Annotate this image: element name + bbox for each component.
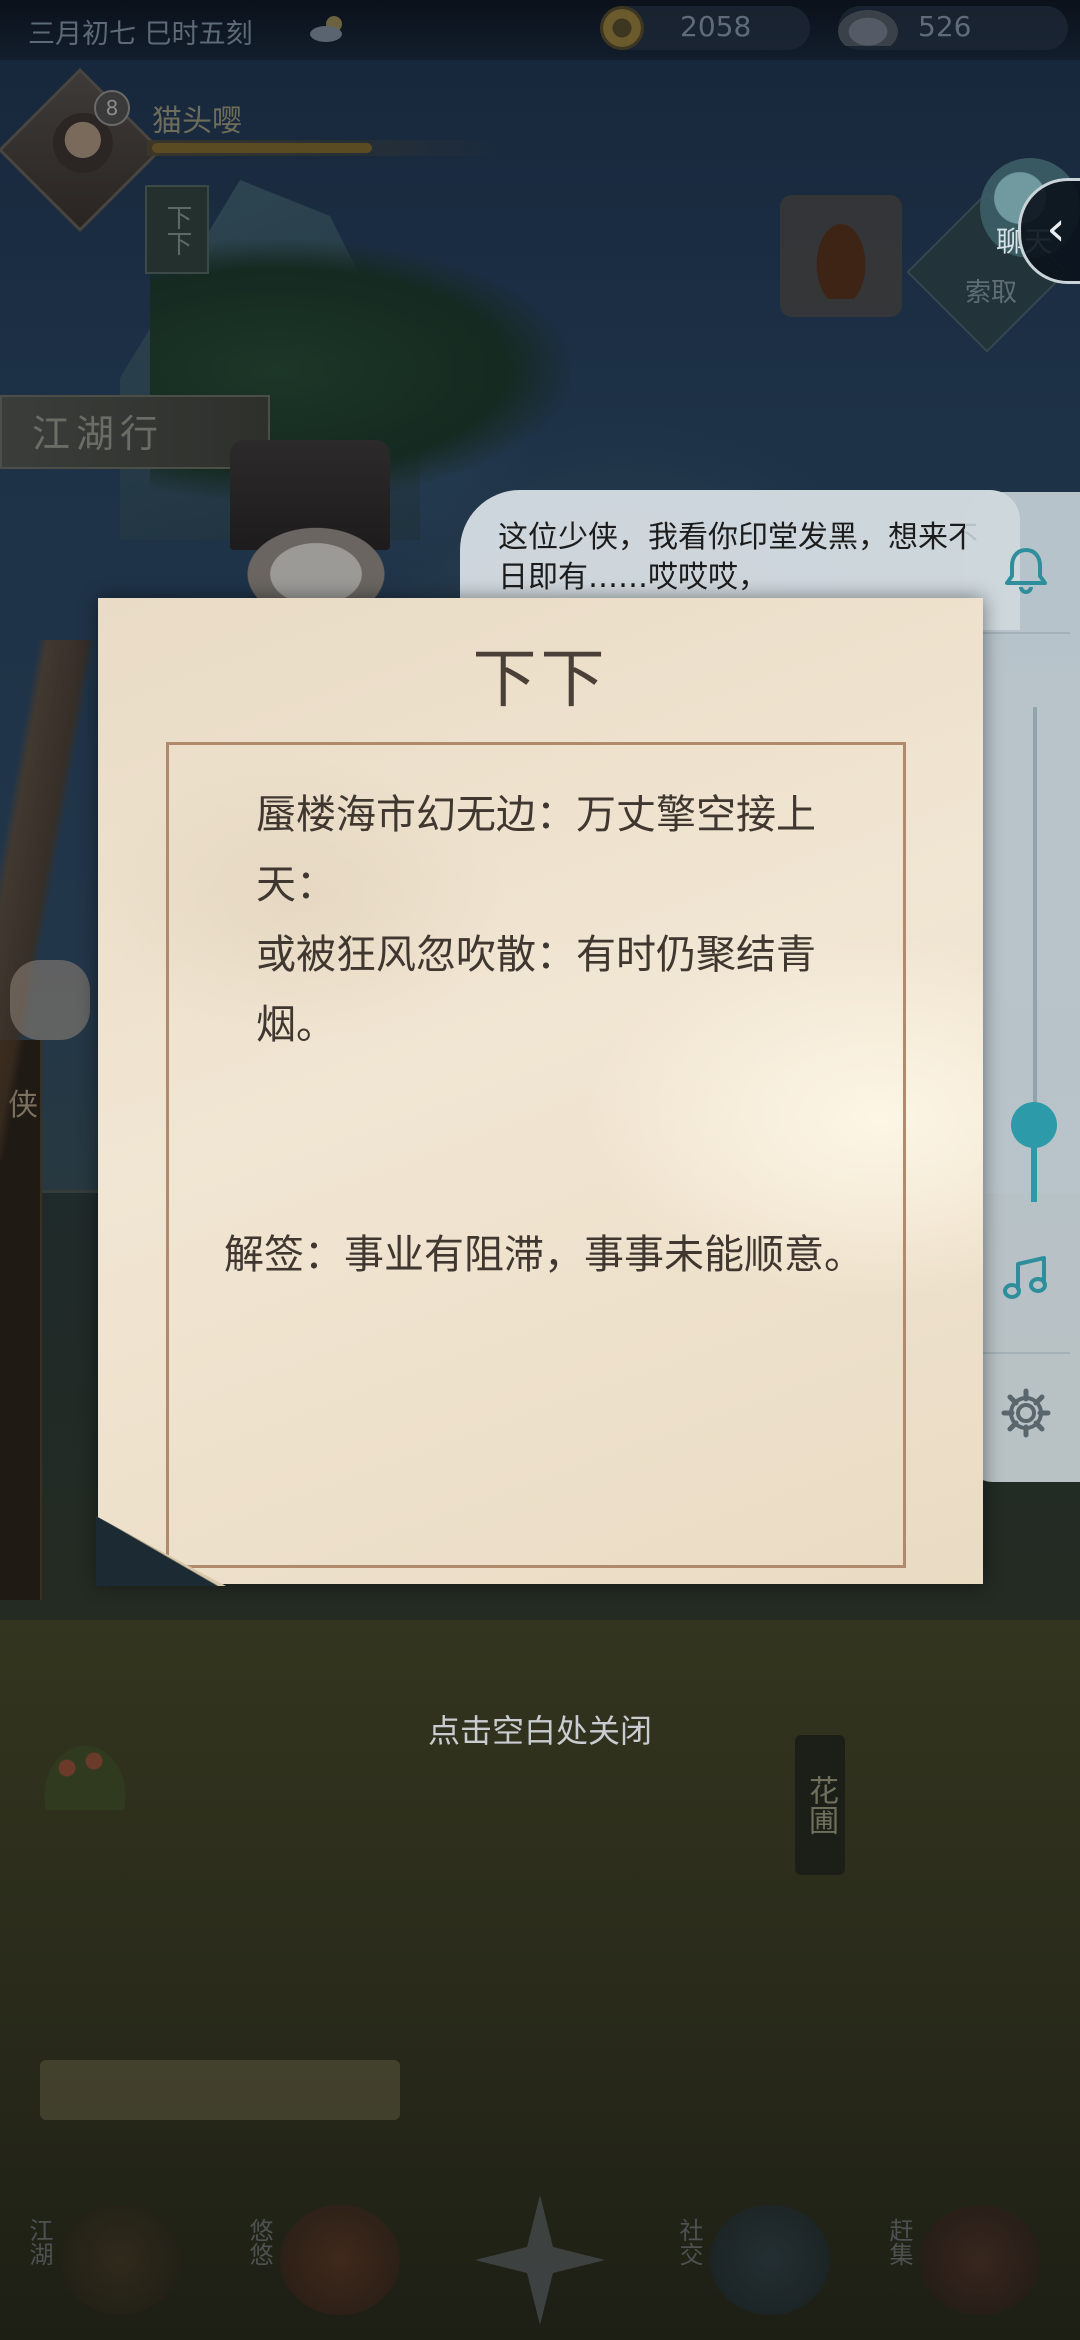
nav-youyou-icon xyxy=(280,2205,400,2315)
nav-market[interactable]: 赶集 xyxy=(870,2180,1070,2340)
fortune-scroll-tag[interactable]: 下下 xyxy=(145,185,209,274)
nav-label: 赶集 xyxy=(885,2218,913,2266)
nav-jianghu-icon xyxy=(60,2205,180,2315)
nav-jianghu[interactable]: 江湖 xyxy=(10,2180,210,2340)
poem-line: 或被狂风忽吹散：有时仍聚结青烟。 xyxy=(256,932,816,1048)
bell-icon[interactable] xyxy=(1000,544,1052,596)
status-bar: 三月初七 巳时五刻 2058 526 xyxy=(0,0,1080,60)
nav-label: 悠悠 xyxy=(245,2218,273,2266)
fortune-poem: 蜃楼海市幻无边：万丈擎空接上天： 或被狂风忽吹散：有时仍聚结青烟。 xyxy=(256,780,866,1060)
coin-icon xyxy=(600,6,644,50)
music-note-icon[interactable] xyxy=(1000,1252,1052,1304)
panel-divider xyxy=(975,632,1070,634)
fortune-slip-dialog: 下下 蜃楼海市幻无边：万丈擎空接上天： 或被狂风忽吹散：有时仍聚结青烟。 解签：… xyxy=(96,598,983,1586)
fortune-interpretation: 解签：事业有阻滞，事事未能顺意。 xyxy=(224,1232,864,1278)
player-name: 猫头嘤 xyxy=(152,104,242,139)
ingot-icon xyxy=(838,10,898,46)
nav-social-icon xyxy=(710,2205,830,2315)
nav-youyou[interactable]: 悠悠 xyxy=(230,2180,430,2340)
walking-staff xyxy=(0,640,100,1160)
experience-bar xyxy=(152,143,372,153)
nav-social[interactable]: 社交 xyxy=(660,2180,860,2340)
volume-slider-knob[interactable] xyxy=(1011,1102,1057,1148)
poem-line: 蜃楼海市幻无边：万丈擎空接上天： xyxy=(256,792,816,908)
coin-amount: 2058 xyxy=(680,10,752,43)
game-date-time: 三月初七 巳时五刻 xyxy=(28,19,253,50)
npc-fortune-teller-face xyxy=(236,520,396,610)
nav-label: 社交 xyxy=(675,2218,703,2266)
level-badge: 8 xyxy=(94,90,130,126)
wine-jar-button[interactable] xyxy=(780,195,902,317)
nav-market-icon xyxy=(920,2205,1040,2315)
volume-slider-fill xyxy=(1031,1142,1037,1202)
ingot-amount: 526 xyxy=(918,10,972,43)
copper-coin-counter[interactable]: 2058 xyxy=(600,6,810,50)
cloud-sun-icon xyxy=(310,16,342,42)
gear-icon[interactable] xyxy=(1000,1387,1052,1439)
npc-hand xyxy=(10,960,90,1040)
tap-to-close-hint[interactable]: 点击空白处关闭 xyxy=(0,1706,1080,1752)
wine-jar-icon xyxy=(810,213,872,299)
stone-table xyxy=(40,2060,400,2120)
silver-ingot-counter[interactable]: 526 xyxy=(838,6,1068,50)
nav-label: 江湖 xyxy=(25,2218,53,2266)
garden-sign[interactable]: 花圃 xyxy=(795,1735,845,1875)
fortune-rank-title: 下下 xyxy=(472,643,609,717)
fortune-frame: 蜃楼海市幻无边：万丈擎空接上天： 或被狂风忽吹散：有时仍聚结青烟。 解签：事业有… xyxy=(166,742,906,1568)
panel-divider xyxy=(975,1352,1070,1354)
npc-dialog-text: 这位少侠，我看你印堂发黑，想来不日即有……哎哎哎， xyxy=(498,520,978,595)
player-card[interactable]: 8 猫头嘤 xyxy=(0,67,512,233)
